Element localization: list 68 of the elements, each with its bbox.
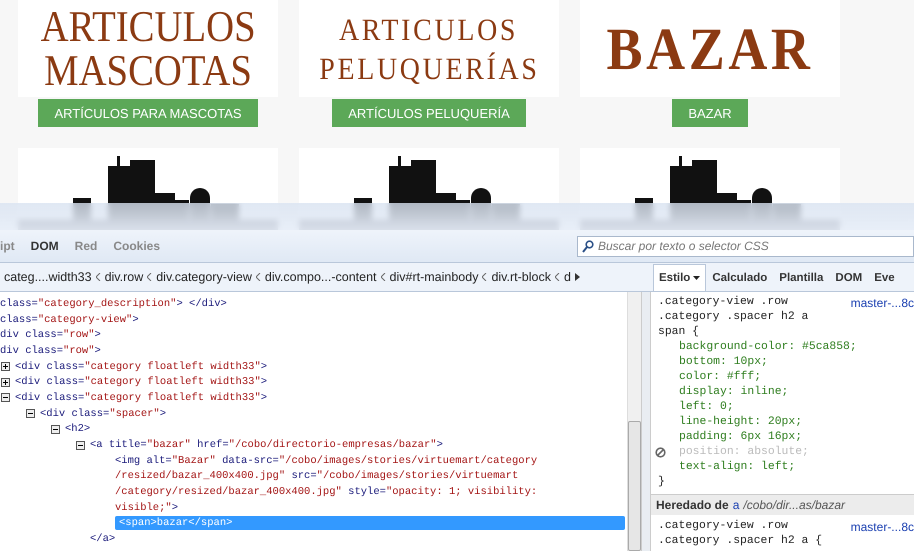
scrollbar-thumb[interactable] (628, 421, 641, 551)
source-link[interactable]: master-...8c (850, 520, 914, 535)
chevron-left-icon (96, 273, 101, 281)
dom-node[interactable]: <a title="bazar" href="/cobo/directorio-empresas/bazar"> (90, 439, 443, 452)
css-property[interactable]: color: #fff; (679, 371, 762, 386)
collapse-icon[interactable] (76, 440, 85, 450)
chevron-left-icon (256, 273, 261, 281)
css-property[interactable]: bottom: 10px; (679, 356, 768, 371)
css-property[interactable]: line-height: 20px; (679, 416, 802, 431)
side-tab[interactable]: Plantilla (773, 264, 830, 291)
dom-node[interactable]: <div class="category floatleft width33"> (15, 376, 268, 388)
element-path: /cobo/dir...as/bazar (743, 498, 845, 512)
css-property[interactable]: background-color: #5ca858; (679, 341, 857, 356)
breadcrumb[interactable]: categ....width33 (0, 270, 96, 284)
code-line: /resized/bazar_400x400.jpg" src="/cobo/images/stories/virtuemart (115, 470, 518, 482)
code-line: <img alt="Bazar" data-src="/cobo/images/stories/virtuemart/category (115, 454, 538, 467)
panel-tab[interactable]: DOM (22, 239, 67, 253)
dom-node[interactable]: <h2> (65, 423, 90, 436)
css-selector: .category-view .row (658, 520, 788, 534)
chevron-left-icon (554, 273, 560, 281)
category-logo[interactable]: ARTICULOS PELUQUERÍAS (299, 0, 559, 97)
chevron-left-icon (147, 273, 152, 281)
breadcrumb[interactable]: div.row (100, 270, 148, 284)
chevron-right-icon[interactable] (574, 273, 580, 281)
css-property[interactable]: left: 0; (679, 401, 734, 416)
category-logo[interactable]: BAZAR (580, 0, 840, 97)
collapse-icon[interactable] (26, 409, 35, 418)
side-tab[interactable]: Calculado (706, 264, 774, 291)
css-selector: .category .spacer h2 a (658, 311, 808, 325)
caret-icon[interactable] (693, 276, 700, 280)
dom-node[interactable]: <div class="category floatleft width33"> (15, 392, 268, 404)
css-selector: .category .spacer h2 a { (658, 535, 822, 549)
css-selector: .category-view .row (658, 296, 788, 310)
scrollbar[interactable] (627, 292, 641, 551)
dom-node[interactable]: class="category-view"> (0, 314, 139, 326)
dom-node[interactable]: class="category_description"> </div> (0, 298, 227, 310)
collapse-icon[interactable] (51, 424, 60, 434)
dom-node[interactable]: <div class="spacer"> (40, 408, 166, 420)
breadcrumb[interactable]: div.compo...-content (260, 270, 381, 284)
breadcrumb[interactable]: div#rt-mainbody (386, 270, 482, 284)
breadcrumb[interactable]: div.rt-block (487, 270, 555, 284)
element-link[interactable]: a (732, 498, 740, 512)
css-property[interactable]: padding: 6px 16px; (679, 431, 802, 446)
dom-node[interactable]: <div class="category floatleft width33"> (15, 360, 268, 373)
code-line: /category/resized/bazar_400x400.jpg" style="opacity: 1; visibility: (115, 486, 538, 498)
dom-node[interactable]: div class="row"> (0, 344, 101, 357)
inherited-label: Heredado de (656, 498, 729, 512)
code-line: visible;"> (115, 502, 178, 514)
collapse-icon[interactable] (1, 393, 10, 402)
breadcrumb[interactable]: d (560, 270, 575, 284)
css-selector: span { (658, 326, 700, 340)
side-tab[interactable]: Eve (868, 264, 901, 291)
dom-node[interactable]: div class="row"> (0, 329, 101, 342)
chevron-left-icon (482, 273, 488, 281)
chevron-left-icon (380, 273, 386, 281)
source-link[interactable]: master-...8c (850, 296, 914, 311)
search-field[interactable]: Buscar por texto o selector CSS (577, 236, 914, 256)
closing-brace: } (658, 476, 665, 490)
expand-icon[interactable] (1, 362, 10, 372)
expand-icon[interactable] (1, 378, 10, 387)
css-property[interactable]: text-align: left; (679, 461, 796, 476)
css-property[interactable]: display: inline; (679, 386, 788, 401)
dom-node[interactable]: </a> (90, 533, 116, 546)
breadcrumb[interactable]: div.category-view (152, 270, 256, 284)
side-tab[interactable]: Estilo (653, 264, 706, 291)
side-tab[interactable]: DOM (829, 264, 868, 291)
search-icon (582, 240, 594, 252)
category-logo[interactable]: ARTICULOS MASCOTAS (18, 0, 278, 97)
